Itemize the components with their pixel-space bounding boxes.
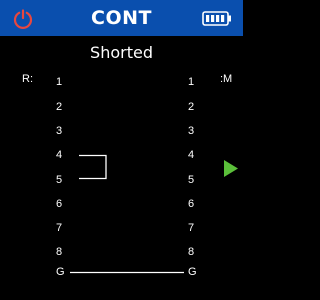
play-icon[interactable] (224, 160, 238, 177)
short-wire-4-5 (79, 154, 107, 180)
wire-map (70, 154, 184, 274)
